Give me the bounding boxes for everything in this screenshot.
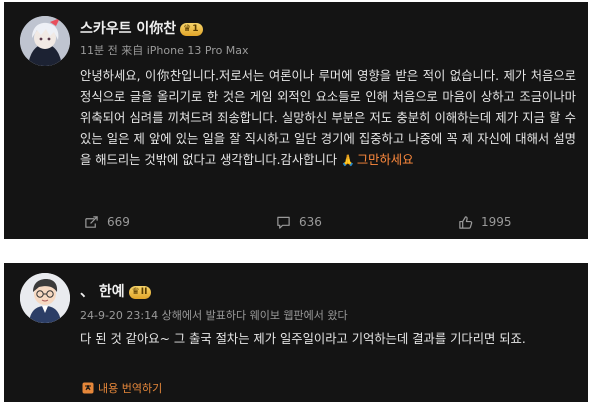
translate-icon — [82, 382, 94, 394]
user-avatar[interactable] — [20, 273, 70, 323]
comment-button[interactable]: 636 — [276, 211, 322, 233]
like-count: 1995 — [481, 215, 512, 229]
translate-button[interactable]: 내용 번역하기 — [82, 380, 162, 396]
username-text: 、 한예 — [80, 284, 125, 300]
like-button[interactable]: 1995 — [458, 211, 512, 233]
repost-icon — [85, 215, 98, 228]
username[interactable]: 、 한예 ♛II — [80, 281, 152, 301]
emphasis-text: 그만하세요 — [356, 153, 414, 167]
crown-icon: ♛ — [183, 23, 192, 34]
username-text: 스카우트 이你찬 — [80, 21, 177, 37]
translate-label: 내용 번역하기 — [98, 382, 163, 395]
vip-badge: ♛1 — [180, 22, 203, 36]
avatar-cartoon-icon — [20, 273, 70, 323]
weibo-comment-card: 、 한예 ♛II 24-9-20 23:14 상해에서 발표하다 웨이보 웹판에서… — [4, 263, 588, 402]
avatar-illustration-icon — [20, 16, 70, 66]
username[interactable]: 스카우트 이你찬 ♛1 — [80, 18, 203, 38]
post-action-bar: 669 636 1995 — [4, 211, 588, 233]
post-meta: 24-9-20 23:14 상해에서 발표하다 웨이보 웹판에서 왔다 — [80, 309, 348, 322]
comment-icon — [277, 216, 290, 229]
post-text: 다 된 것 같아요~ 그 출국 절차는 제가 일주일이라고 기억하는데 결과를 … — [80, 332, 526, 346]
vip-badge: ♛II — [128, 285, 152, 299]
crown-icon: ♛ — [131, 286, 140, 297]
weibo-post-card: 스카우트 이你찬 ♛1 11분 전 来自 iPhone 13 Pro Max 안녕… — [4, 2, 588, 239]
badge-level: II — [140, 286, 148, 297]
comment-count: 636 — [299, 215, 322, 229]
user-avatar[interactable] — [20, 16, 70, 66]
thumbs-up-icon — [459, 215, 473, 229]
praying-hands-icon: 🙏 — [341, 154, 355, 167]
repost-count: 669 — [107, 215, 130, 229]
repost-button[interactable]: 669 — [84, 211, 130, 233]
post-body: 다 된 것 같아요~ 그 출국 절차는 제가 일주일이라고 기억하는데 결과를 … — [80, 329, 568, 350]
post-meta: 11분 전 来自 iPhone 13 Pro Max — [80, 44, 249, 57]
post-body: 안녕하세요, 이你찬입니다.저로서는 여론이나 루머에 영향을 받은 적이 없습… — [80, 66, 576, 171]
post-text: 안녕하세요, 이你찬입니다.저로서는 여론이나 루머에 영향을 받은 적이 없습… — [80, 69, 576, 167]
badge-level: 1 — [192, 23, 199, 34]
